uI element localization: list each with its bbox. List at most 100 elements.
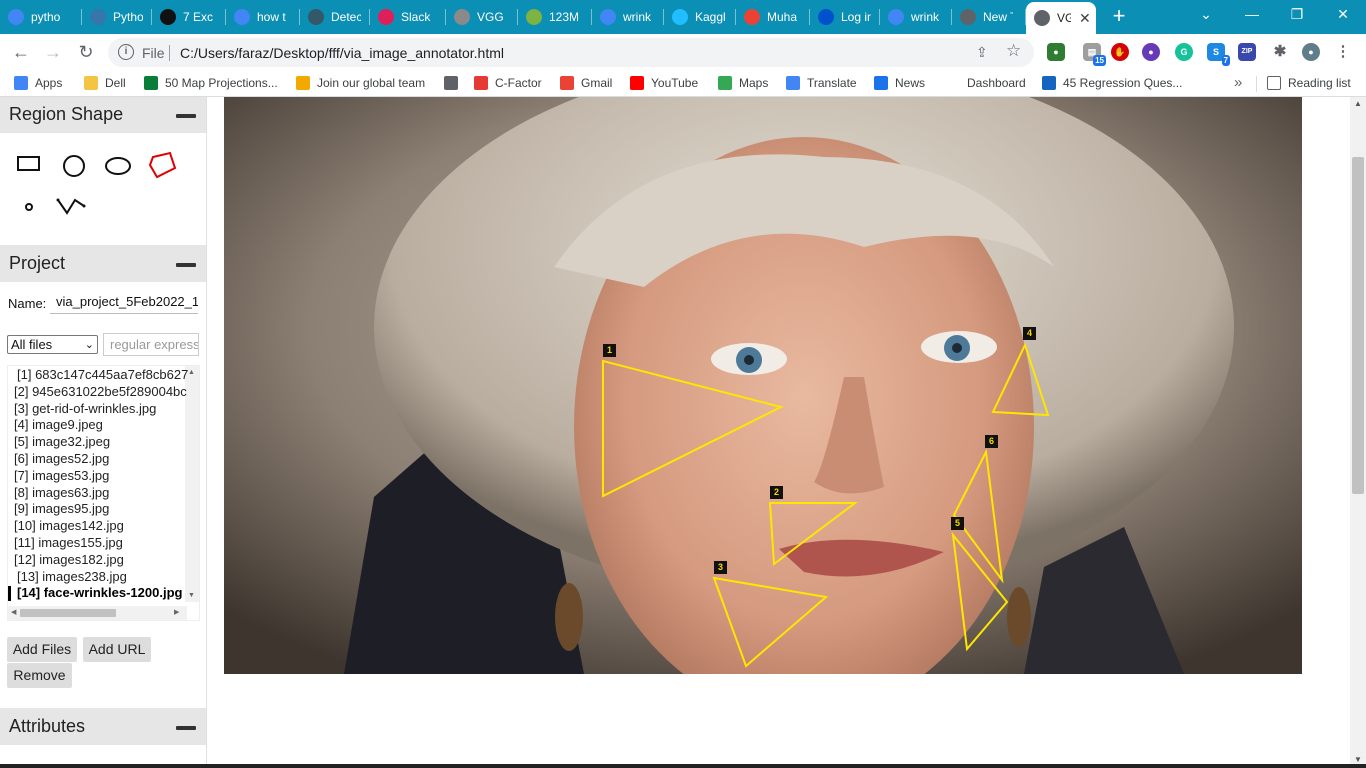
- browser-tab[interactable]: VG ✕: [1026, 2, 1096, 34]
- scroll-right-icon[interactable]: ▶: [174, 608, 179, 616]
- polygon-shape-icon[interactable]: [148, 150, 178, 180]
- collapse-icon[interactable]: [176, 263, 196, 267]
- file-list-item[interactable]: [9] images95.jpg: [14, 501, 109, 516]
- bookmark-item[interactable]: Join our global team: [296, 76, 425, 90]
- reading-list[interactable]: Reading list: [1267, 76, 1351, 90]
- collapse-icon[interactable]: [176, 114, 196, 118]
- browser-tab[interactable]: wrink: [880, 0, 952, 34]
- bookmark-item[interactable]: [444, 76, 465, 90]
- bookmark-item[interactable]: Dell: [84, 76, 126, 90]
- file-list-item[interactable]: [3] get-rid-of-wrinkles.jpg: [14, 401, 156, 416]
- project-header[interactable]: Project: [0, 245, 206, 282]
- s-extension-icon[interactable]: S7: [1207, 43, 1230, 66]
- browser-tab[interactable]: 7 Excit: [152, 0, 226, 34]
- browser-tab[interactable]: how t: [226, 0, 300, 34]
- zip-extension-icon[interactable]: ZIP: [1238, 43, 1256, 61]
- restore-icon[interactable]: ❐: [1287, 6, 1307, 23]
- adblock-icon[interactable]: ✋: [1111, 43, 1129, 61]
- browser-tab[interactable]: Muha: [736, 0, 810, 34]
- ellipse-shape-icon[interactable]: [104, 156, 134, 176]
- info-icon[interactable]: i: [118, 44, 134, 60]
- bookmark-item[interactable]: Translate: [786, 76, 857, 90]
- browser-tab[interactable]: VGG I: [446, 0, 518, 34]
- file-list-item[interactable]: [4] image9.jpeg: [14, 417, 103, 432]
- file-list-vertical-scrollbar[interactable]: ▲ ▼: [185, 366, 199, 602]
- scroll-down-icon[interactable]: ▼: [1354, 755, 1362, 764]
- close-tab-icon[interactable]: ✕: [1079, 10, 1091, 27]
- file-list-horizontal-scrollbar[interactable]: ◀ ▶: [8, 606, 187, 620]
- page-vertical-scrollbar[interactable]: ▲ ▼: [1350, 97, 1366, 768]
- bookmark-item[interactable]: 45 Regression Ques...: [1042, 76, 1182, 90]
- tabs-extension-icon[interactable]: ▤ 15: [1083, 43, 1106, 66]
- extensions-puzzle-icon[interactable]: ✱: [1271, 43, 1289, 61]
- browser-tab[interactable]: wrink: [592, 0, 664, 34]
- rectangle-shape-icon[interactable]: [17, 155, 41, 173]
- file-list-item[interactable]: [1] 683c147c445aa7ef8cb627: [17, 367, 188, 382]
- vgg-icon: [454, 9, 470, 25]
- file-list-item[interactable]: [12] images182.jpg: [14, 552, 124, 567]
- bookmark-item[interactable]: Apps: [14, 76, 62, 90]
- project-name-input[interactable]: via_project_5Feb2022_1: [50, 290, 198, 314]
- scroll-down-icon[interactable]: ▼: [188, 592, 195, 599]
- browser-tab[interactable]: Pytho: [82, 0, 152, 34]
- file-list[interactable]: ▲ ▼ ◀ ▶ [1] 683c147c445aa7ef8cb627 [2] 94…: [7, 365, 200, 621]
- file-list-item[interactable]: [6] images52.jpg: [14, 451, 109, 466]
- tab-search-icon[interactable]: ⌄: [1196, 6, 1216, 23]
- scroll-up-icon[interactable]: ▲: [1354, 99, 1362, 108]
- scroll-up-icon[interactable]: ▲: [188, 369, 195, 376]
- bookmark-item[interactable]: 50 Map Projections...: [144, 76, 278, 90]
- file-list-item[interactable]: [14] face-wrinkles-1200.jpg: [17, 585, 182, 600]
- share-icon[interactable]: ⇪: [976, 44, 988, 61]
- browser-tab[interactable]: Detect: [300, 0, 370, 34]
- remove-button[interactable]: Remove: [7, 663, 72, 688]
- attributes-header[interactable]: Attributes: [0, 708, 206, 745]
- bookmark-item[interactable]: C-Factor: [474, 76, 542, 90]
- file-list-item[interactable]: [8] images63.jpg: [14, 485, 109, 500]
- profile-avatar[interactable]: ●: [1302, 43, 1320, 61]
- bookmark-item[interactable]: YouTube: [630, 76, 698, 90]
- polyline-shape-icon[interactable]: [56, 195, 86, 217]
- point-shape-icon[interactable]: [23, 201, 35, 213]
- file-list-item[interactable]: [13] images238.jpg: [17, 569, 127, 584]
- bookmark-item[interactable]: Gmail: [560, 76, 612, 90]
- browser-tab[interactable]: Log in: [810, 0, 880, 34]
- browser-tab[interactable]: 123M: [518, 0, 592, 34]
- bookmark-item[interactable]: Maps: [718, 76, 768, 90]
- grammarly-icon[interactable]: G: [1175, 43, 1193, 61]
- bookmarks-overflow-icon[interactable]: »: [1234, 74, 1242, 91]
- minimize-icon[interactable]: —: [1242, 6, 1262, 22]
- forward-icon[interactable]: →: [42, 42, 64, 64]
- bookmark-item[interactable]: Dashboard: [967, 76, 1026, 90]
- page-scroll-thumb[interactable]: [1352, 157, 1364, 494]
- idm-extension-icon[interactable]: ●: [1047, 43, 1065, 61]
- file-list-item[interactable]: [2] 945e631022be5f289004bc: [14, 384, 187, 399]
- menu-kebab-icon[interactable]: ⋮: [1334, 43, 1352, 61]
- url-text[interactable]: C:/Users/faraz/Desktop/fff/via_image_ann…: [180, 45, 504, 61]
- file-list-item[interactable]: [7] images53.jpg: [14, 468, 109, 483]
- browser-tab[interactable]: Kaggl: [664, 0, 736, 34]
- circle-shape-icon[interactable]: [62, 154, 86, 178]
- back-icon[interactable]: ←: [10, 42, 32, 64]
- add-files-button[interactable]: Add Files: [7, 637, 77, 662]
- address-bar[interactable]: i File C:/Users/faraz/Desktop/fff/via_im…: [108, 38, 1034, 67]
- close-window-icon[interactable]: ✕: [1333, 6, 1353, 23]
- add-url-button[interactable]: Add URL: [83, 637, 151, 662]
- bookmark-star-icon[interactable]: ☆: [1006, 41, 1021, 61]
- reload-icon[interactable]: ↻: [75, 42, 97, 64]
- browser-tab[interactable]: pytho: [0, 0, 82, 34]
- regex-filter-input[interactable]: regular expression: [103, 333, 199, 356]
- bookmark-item[interactable]: News: [874, 76, 925, 90]
- file-filter-select[interactable]: All files ⌄: [7, 335, 98, 354]
- browser-tab[interactable]: Slack: [370, 0, 446, 34]
- image-canvas[interactable]: 1 2 3 4 5 6: [224, 97, 1302, 674]
- new-tab-button[interactable]: +: [1108, 5, 1130, 28]
- region-shape-header[interactable]: Region Shape: [0, 97, 206, 133]
- scroll-left-icon[interactable]: ◀: [11, 608, 16, 616]
- purple-extension-icon[interactable]: ●: [1142, 43, 1160, 61]
- browser-tab[interactable]: New T: [952, 0, 1026, 34]
- scroll-thumb[interactable]: [20, 609, 116, 617]
- collapse-icon[interactable]: [176, 726, 196, 730]
- file-list-item[interactable]: [5] image32.jpeg: [14, 434, 110, 449]
- file-list-item[interactable]: [10] images142.jpg: [14, 518, 124, 533]
- file-list-item[interactable]: [11] images155.jpg: [14, 535, 123, 550]
